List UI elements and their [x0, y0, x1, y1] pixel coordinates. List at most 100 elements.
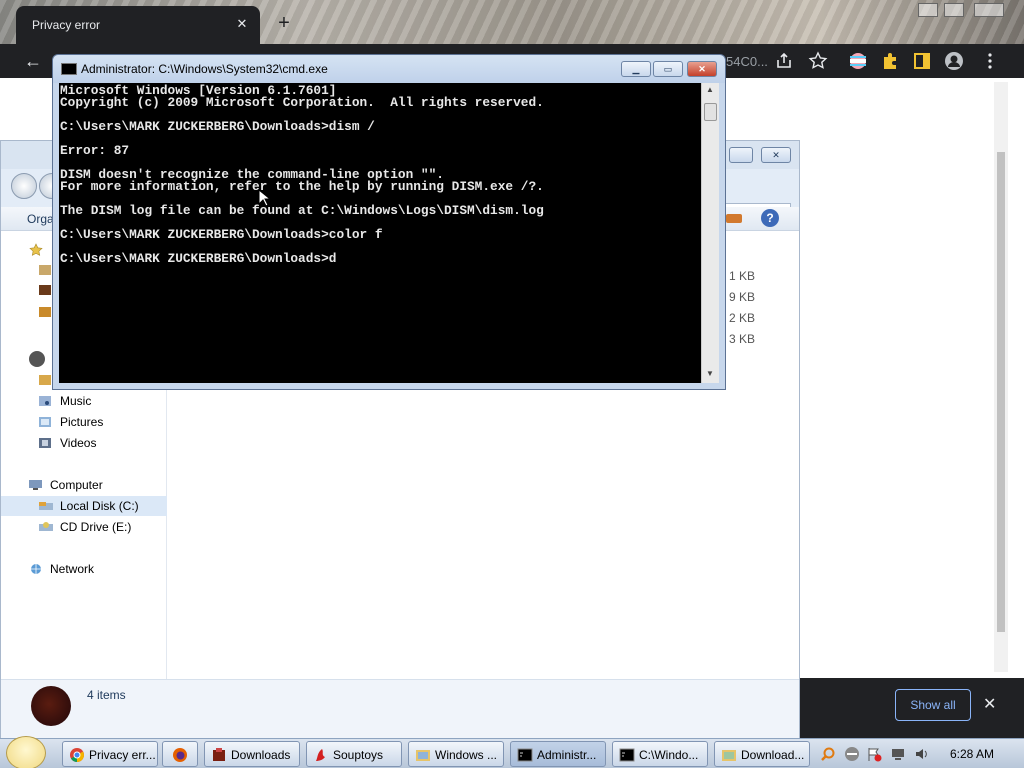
libraries-icon[interactable]: [29, 351, 45, 367]
windows-explorer-icon: [416, 750, 430, 761]
nav-item-pictures[interactable]: Pictures: [1, 412, 167, 432]
nav-item-videos[interactable]: Videos: [1, 433, 167, 453]
minimize-button[interactable]: [918, 3, 938, 17]
nav-item-label: Network: [50, 562, 95, 576]
favorites-star-icon[interactable]: [29, 243, 43, 257]
cmd-icon: [61, 63, 77, 75]
bookmark-star-icon[interactable]: [808, 51, 828, 71]
search-tray-icon[interactable]: [820, 746, 836, 762]
folder-icon: [39, 307, 51, 317]
console-line: For more information, refer to the help …: [60, 179, 544, 194]
maximize-button[interactable]: [944, 3, 964, 17]
nav-item-network[interactable]: Network: [1, 559, 167, 579]
side-panel-icon[interactable]: [912, 51, 932, 71]
minimize-button[interactable]: ▁: [621, 61, 651, 77]
chrome-icon: [70, 748, 84, 762]
close-button[interactable]: ✕: [687, 61, 717, 77]
network-icon: [31, 564, 41, 574]
profile-avatar-icon[interactable]: [944, 51, 964, 71]
network-tray-icon[interactable]: [890, 746, 906, 762]
back-arrow-icon[interactable]: ←: [24, 51, 42, 72]
souptoys-icon: [316, 749, 325, 761]
file-size: 9 KB: [729, 290, 756, 304]
taskbar-button-downloads[interactable]: Downloads: [204, 741, 300, 767]
scroll-up-arrow-icon[interactable]: ▲: [706, 85, 714, 94]
nav-item-local-disk[interactable]: Local Disk (C:): [1, 496, 167, 516]
folder-icon: [722, 750, 736, 761]
chrome-tab-privacy-error[interactable]: Privacy error ✕: [16, 6, 260, 44]
chrome-tabstrip: Privacy error ✕ +: [0, 0, 1024, 44]
page-scrollbar-thumb[interactable]: [997, 152, 1005, 632]
music-library-icon: [39, 396, 51, 406]
share-icon[interactable]: [774, 51, 794, 71]
preview-pane-icon[interactable]: [725, 211, 743, 225]
nav-item-label: Local Disk (C:): [60, 499, 139, 513]
organize-menu[interactable]: Orga: [27, 212, 54, 226]
volume-icon[interactable]: [914, 746, 930, 762]
file-size: 1 KB: [729, 269, 756, 283]
taskbar-button-souptoys[interactable]: Souptoys: [306, 741, 402, 767]
action-center-flag-icon[interactable]: [866, 746, 882, 762]
console-scrollbar-thumb[interactable]: [704, 103, 717, 121]
taskbar-button-chrome[interactable]: Privacy err...: [62, 741, 158, 767]
extensions-puzzle-icon[interactable]: [880, 51, 900, 71]
mouse-cursor-icon: [258, 189, 270, 207]
page-scrollbar[interactable]: [994, 82, 1008, 672]
pictures-library-icon: [39, 417, 51, 427]
status-tray-icon[interactable]: [844, 746, 860, 762]
console-line: Error: 87: [60, 143, 130, 158]
address-bar-text[interactable]: 54C0...: [726, 54, 768, 69]
close-icon[interactable]: ✕: [983, 694, 996, 714]
help-icon[interactable]: ?: [761, 209, 779, 227]
console-output[interactable]: Microsoft Windows [Version 6.1.7601] Copy…: [59, 83, 701, 383]
show-all-downloads-button[interactable]: Show all: [895, 689, 971, 721]
clock[interactable]: 6:28 AM: [950, 747, 994, 761]
file-size: 2 KB: [729, 311, 756, 325]
close-button[interactable]: [974, 3, 1004, 17]
close-button[interactable]: ✕: [761, 147, 791, 163]
more-menu-icon[interactable]: [980, 51, 1000, 71]
file-size: 3 KB: [729, 332, 756, 346]
console-line: C:\Users\MARK ZUCKERBERG\Downloads>color…: [60, 227, 383, 242]
nav-item-label: CD Drive (E:): [60, 520, 132, 534]
nav-item-label: Music: [60, 394, 92, 408]
hard-disk-icon: [39, 502, 53, 510]
details-pane: 4 items: [1, 679, 799, 739]
back-button[interactable]: [11, 173, 37, 199]
taskbar-button-windows[interactable]: Windows ...: [408, 741, 504, 767]
console-scrollbar[interactable]: ▲ ▼: [701, 83, 719, 383]
taskbar-button-firefox[interactable]: [162, 741, 198, 767]
maximize-button[interactable]: [729, 147, 753, 163]
taskbar-button-label: Windows ...: [435, 748, 498, 762]
scroll-down-arrow-icon[interactable]: ▼: [706, 369, 714, 378]
computer-icon: [29, 480, 42, 490]
close-icon[interactable]: ✕: [234, 16, 250, 32]
new-tab-button[interactable]: +: [274, 13, 294, 34]
extension-flag-icon[interactable]: [848, 51, 868, 71]
nav-item-computer[interactable]: Computer: [1, 475, 167, 495]
maximize-button[interactable]: ▭: [653, 61, 683, 77]
taskbar-button-label: Privacy err...: [89, 748, 156, 762]
cmd-window: Administrator: C:\Windows\System32\cmd.e…: [52, 54, 726, 390]
taskbar-button-administrator[interactable]: Administr...: [510, 741, 606, 767]
nav-item-music[interactable]: Music: [1, 391, 167, 411]
taskbar: Privacy err... Downloads Souptoys Window…: [0, 736, 1024, 768]
taskbar-button-download-folder[interactable]: Download...: [714, 741, 810, 767]
start-button[interactable]: [6, 736, 46, 768]
cmd-titlebar[interactable]: Administrator: C:\Windows\System32\cmd.e…: [53, 55, 725, 83]
nav-item-label: Pictures: [60, 415, 104, 429]
taskbar-button-label: Administr...: [537, 748, 597, 762]
nav-item-cd-drive[interactable]: CD Drive (E:): [1, 517, 167, 537]
cmd-icon: [619, 748, 635, 762]
nav-item-label: Computer: [50, 478, 103, 492]
downloads-icon: [213, 748, 225, 761]
console-line: Copyright (c) 2009 Microsoft Corporation…: [60, 95, 544, 110]
taskbar-button-cmd[interactable]: C:\Windo...: [612, 741, 708, 767]
console-line: C:\Users\MARK ZUCKERBERG\Downloads>d: [60, 251, 337, 266]
chrome-tab-title: Privacy error: [32, 18, 101, 32]
taskbar-button-label: Souptoys: [333, 748, 384, 762]
taskbar-button-label: Download...: [741, 748, 805, 762]
console-line: The DISM log file can be found at C:\Win…: [60, 203, 544, 218]
taskbar-button-label: C:\Windo...: [639, 748, 699, 762]
